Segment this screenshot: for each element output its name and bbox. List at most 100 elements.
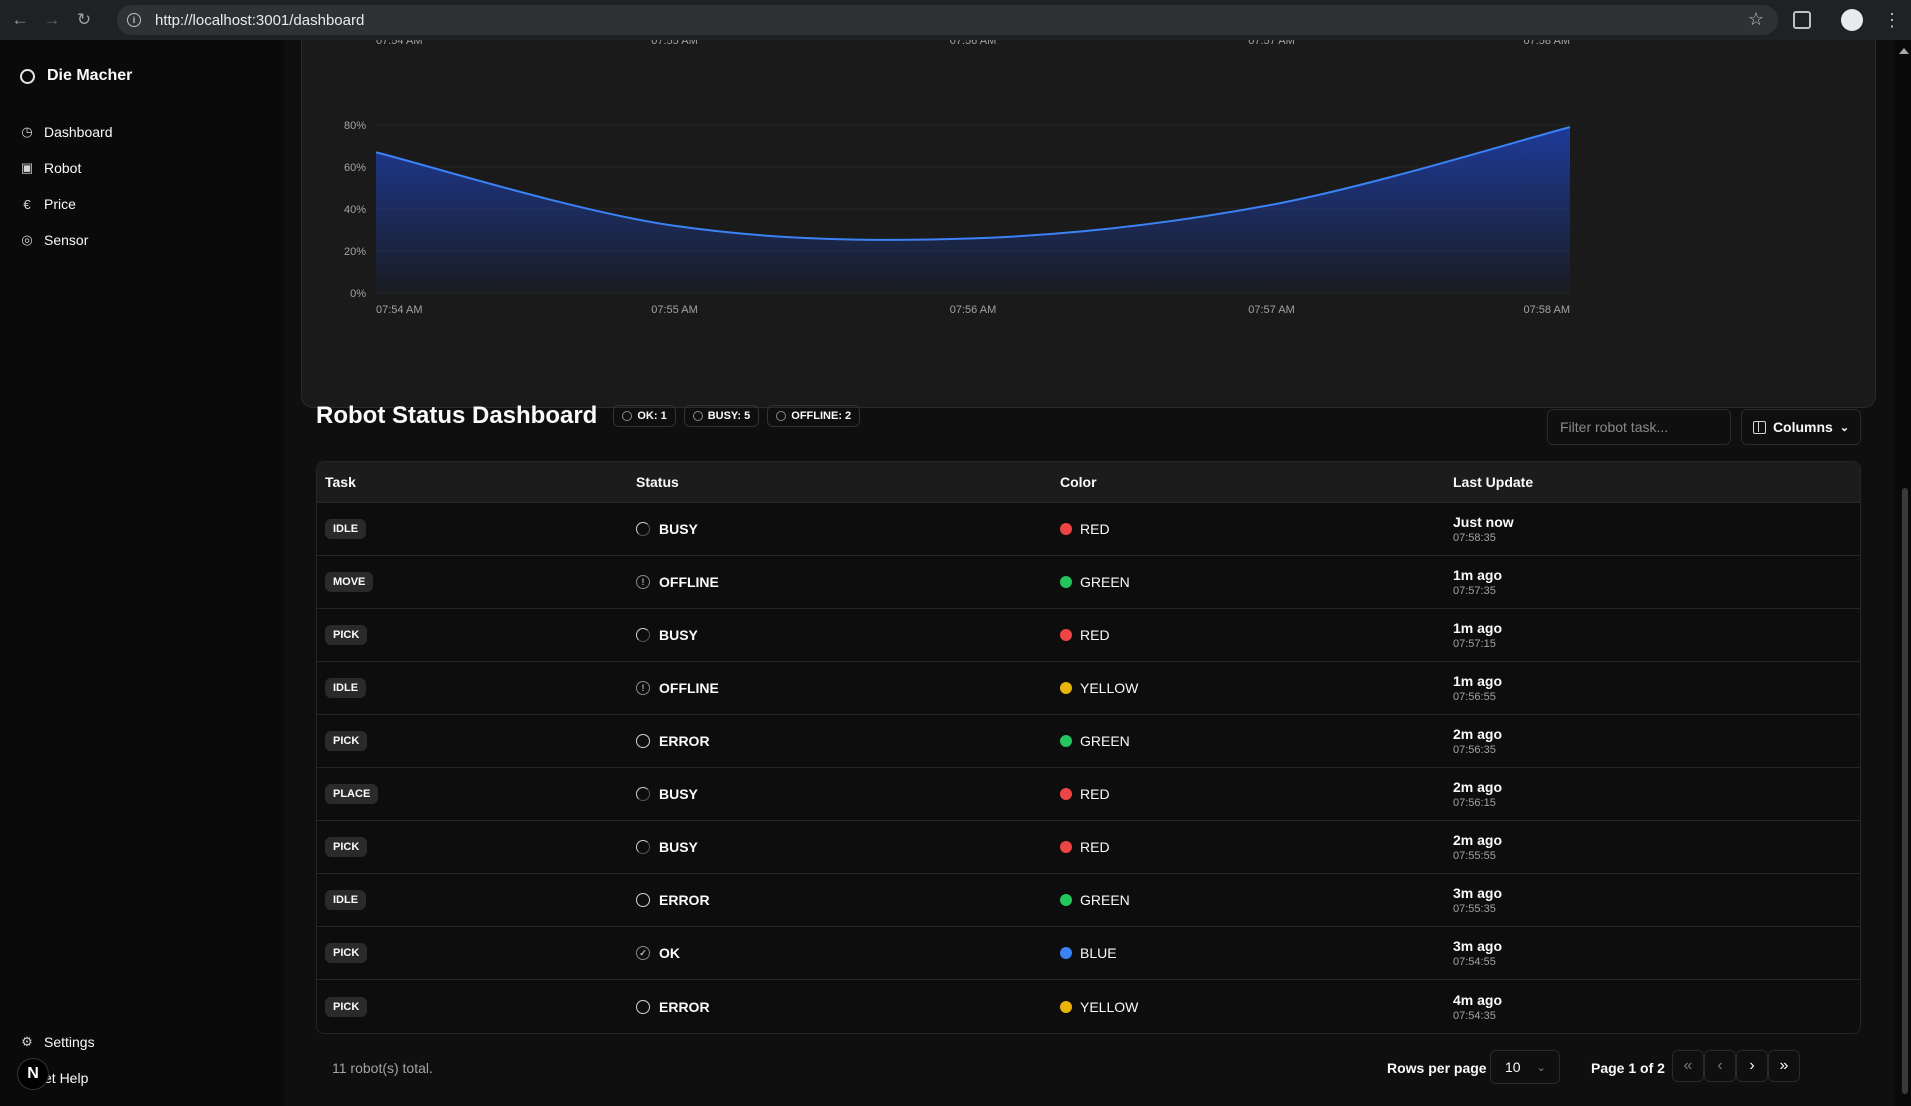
- bookmark-star-icon[interactable]: ☆: [1748, 9, 1764, 30]
- first-page-button[interactable]: «: [1672, 1050, 1704, 1082]
- top-x-tick-label: 07:58 AM: [1524, 40, 1570, 47]
- task-cell: PICK: [317, 625, 628, 645]
- sidebar-item-label: Dashboard: [44, 124, 113, 140]
- table-row[interactable]: PICK ERROR YELLOW 4m ago 07:54:35: [317, 980, 1860, 1033]
- table-body: IDLE BUSY RED Just now 07:58:35 MOVE! OFFLINE G…: [317, 503, 1860, 1033]
- back-icon[interactable]: ←: [8, 8, 32, 32]
- task-badge: PICK: [325, 731, 368, 751]
- task-cell: IDLE: [317, 890, 628, 910]
- robot-icon: ▣: [20, 160, 34, 175]
- table-row[interactable]: PICK ERROR GREEN 2m ago 07:56:35: [317, 715, 1860, 768]
- color: YELLOW: [1060, 680, 1445, 696]
- last-update-relative: 4m ago: [1453, 991, 1503, 1008]
- table-row[interactable]: PICK ✓ OK BLUE 3m ago 07:54:55: [317, 927, 1860, 980]
- status: ERROR: [636, 892, 1052, 908]
- spinner-icon: [692, 411, 703, 421]
- site-info-icon[interactable]: i: [127, 13, 141, 27]
- last-update-relative: Just now: [1453, 514, 1514, 530]
- status: BUSY: [636, 521, 1052, 537]
- color: RED: [1060, 786, 1445, 802]
- color-cell: RED: [1052, 521, 1445, 537]
- task-cell: PICK: [317, 837, 628, 857]
- forward-icon[interactable]: →: [40, 8, 64, 32]
- last-update-time: 07:54:55: [1453, 956, 1496, 968]
- chevron-right-icon: ›: [1749, 1057, 1755, 1074]
- status-cell: BUSY: [628, 627, 1052, 643]
- sidebar-item-settings[interactable]: ⚙ Settings: [20, 1024, 94, 1060]
- extensions-icon[interactable]: [1793, 11, 1811, 29]
- x-tick-label: 07:57 AM: [1248, 304, 1294, 316]
- status: ERROR: [636, 733, 1052, 749]
- color-cell: GREEN: [1052, 892, 1445, 908]
- color-dot: [1060, 788, 1072, 800]
- table-row[interactable]: PLACE BUSY RED 2m ago 07:56:15: [317, 768, 1860, 821]
- color-label: GREEN: [1080, 733, 1130, 749]
- prev-page-button[interactable]: ‹: [1704, 1050, 1736, 1082]
- last-update-cell: 2m ago 07:56:35: [1445, 726, 1860, 756]
- column-header-task[interactable]: Task: [317, 474, 628, 490]
- color-dot: [1060, 894, 1072, 906]
- brand[interactable]: Die Macher: [20, 67, 132, 85]
- browser-menu-icon[interactable]: ⋮: [1883, 11, 1901, 29]
- brand-name: Die Macher: [47, 67, 133, 84]
- color: RED: [1060, 627, 1445, 643]
- task-cell: PICK: [317, 731, 628, 751]
- spinner-icon: [636, 628, 650, 642]
- last-update-time: 07:56:35: [1453, 744, 1496, 756]
- table-row[interactable]: MOVE! OFFLINE GREEN 1m ago 07:57:35: [317, 556, 1860, 609]
- task-badge: PICK: [325, 625, 368, 645]
- color: GREEN: [1060, 892, 1445, 908]
- page-title: Robot Status Dashboard: [316, 402, 598, 429]
- x-tick-label: 07:54 AM: [376, 304, 422, 316]
- columns-button[interactable]: Columns ⌄: [1741, 409, 1861, 445]
- brand-logo-icon: [20, 68, 35, 84]
- task-badge: PICK: [325, 943, 368, 963]
- address-bar[interactable]: i http://localhost:3001/dashboard ☆: [117, 5, 1778, 35]
- next-page-button[interactable]: ›: [1736, 1050, 1768, 1082]
- reload-icon[interactable]: ↻: [72, 8, 96, 32]
- column-header-color[interactable]: Color: [1052, 474, 1445, 490]
- circle-icon: [636, 893, 650, 907]
- sidebar-item-dashboard[interactable]: ◷ Dashboard: [20, 114, 113, 150]
- status-cell: BUSY: [628, 839, 1052, 855]
- euro-icon: €: [23, 196, 31, 212]
- status-cell: ERROR: [628, 999, 1052, 1015]
- color-label: RED: [1080, 521, 1110, 537]
- main-content: 80% 60% 40% 20% 0% 07:54 AM 07:55 AM 07:56 AM 07…: [284, 40, 1895, 1106]
- table-row[interactable]: PICK BUSY RED 2m ago 07:55:55: [317, 821, 1860, 874]
- last-update-relative: 1m ago: [1453, 620, 1503, 636]
- y-tick-label: 60%: [344, 162, 366, 174]
- table-row[interactable]: IDLE ERROR GREEN 3m ago 07:55:35: [317, 874, 1860, 927]
- column-header-status[interactable]: Status: [628, 474, 1052, 490]
- last-update-time: 07:56:55: [1453, 691, 1496, 703]
- sidebar-item-sensor[interactable]: ◎ Sensor: [20, 222, 113, 258]
- dev-tools-avatar[interactable]: N: [17, 1058, 49, 1090]
- y-tick-label: 0%: [350, 288, 366, 300]
- last-update-cell: 4m ago 07:54:35: [1445, 992, 1860, 1022]
- profile-avatar[interactable]: [1841, 9, 1863, 31]
- robot-total: 11 robot(s) total.: [332, 1060, 433, 1076]
- filter-input[interactable]: [1547, 409, 1731, 445]
- scroll-up-arrow-icon[interactable]: [1899, 48, 1909, 54]
- color-dot: [1060, 1000, 1072, 1013]
- status-label: BUSY: [659, 521, 698, 537]
- task-badge: PICK: [325, 837, 368, 857]
- table-row[interactable]: IDLE BUSY RED Just now 07:58:35: [317, 503, 1860, 556]
- status-label: OFFLINE: [659, 680, 719, 696]
- table-row[interactable]: PICK BUSY RED 1m ago 07:57:15: [317, 609, 1860, 662]
- scrollbar-thumb[interactable]: [1902, 488, 1908, 1094]
- last-update-time: 07:57:35: [1453, 585, 1496, 597]
- dashboard-icon: ◷: [21, 124, 33, 139]
- url-text[interactable]: http://localhost:3001/dashboard: [155, 12, 364, 29]
- rows-per-page-select[interactable]: 10 ⌄: [1490, 1050, 1560, 1084]
- column-header-last-update[interactable]: Last Update: [1445, 474, 1860, 490]
- last-page-button[interactable]: »: [1768, 1050, 1800, 1082]
- badge-label: OFFLINE: 2: [791, 410, 852, 422]
- chevrons-left-icon: «: [1683, 1057, 1693, 1074]
- circle-icon: [636, 734, 650, 748]
- top-x-tick-label: 07:57 AM: [1248, 40, 1294, 47]
- sidebar-item-robot[interactable]: ▣ Robot: [20, 150, 113, 186]
- status: ✓ OK: [636, 945, 1052, 961]
- table-row[interactable]: IDLE! OFFLINE YELLOW 1m ago 07:56:55: [317, 662, 1860, 715]
- sidebar-item-price[interactable]: € Price: [20, 186, 113, 222]
